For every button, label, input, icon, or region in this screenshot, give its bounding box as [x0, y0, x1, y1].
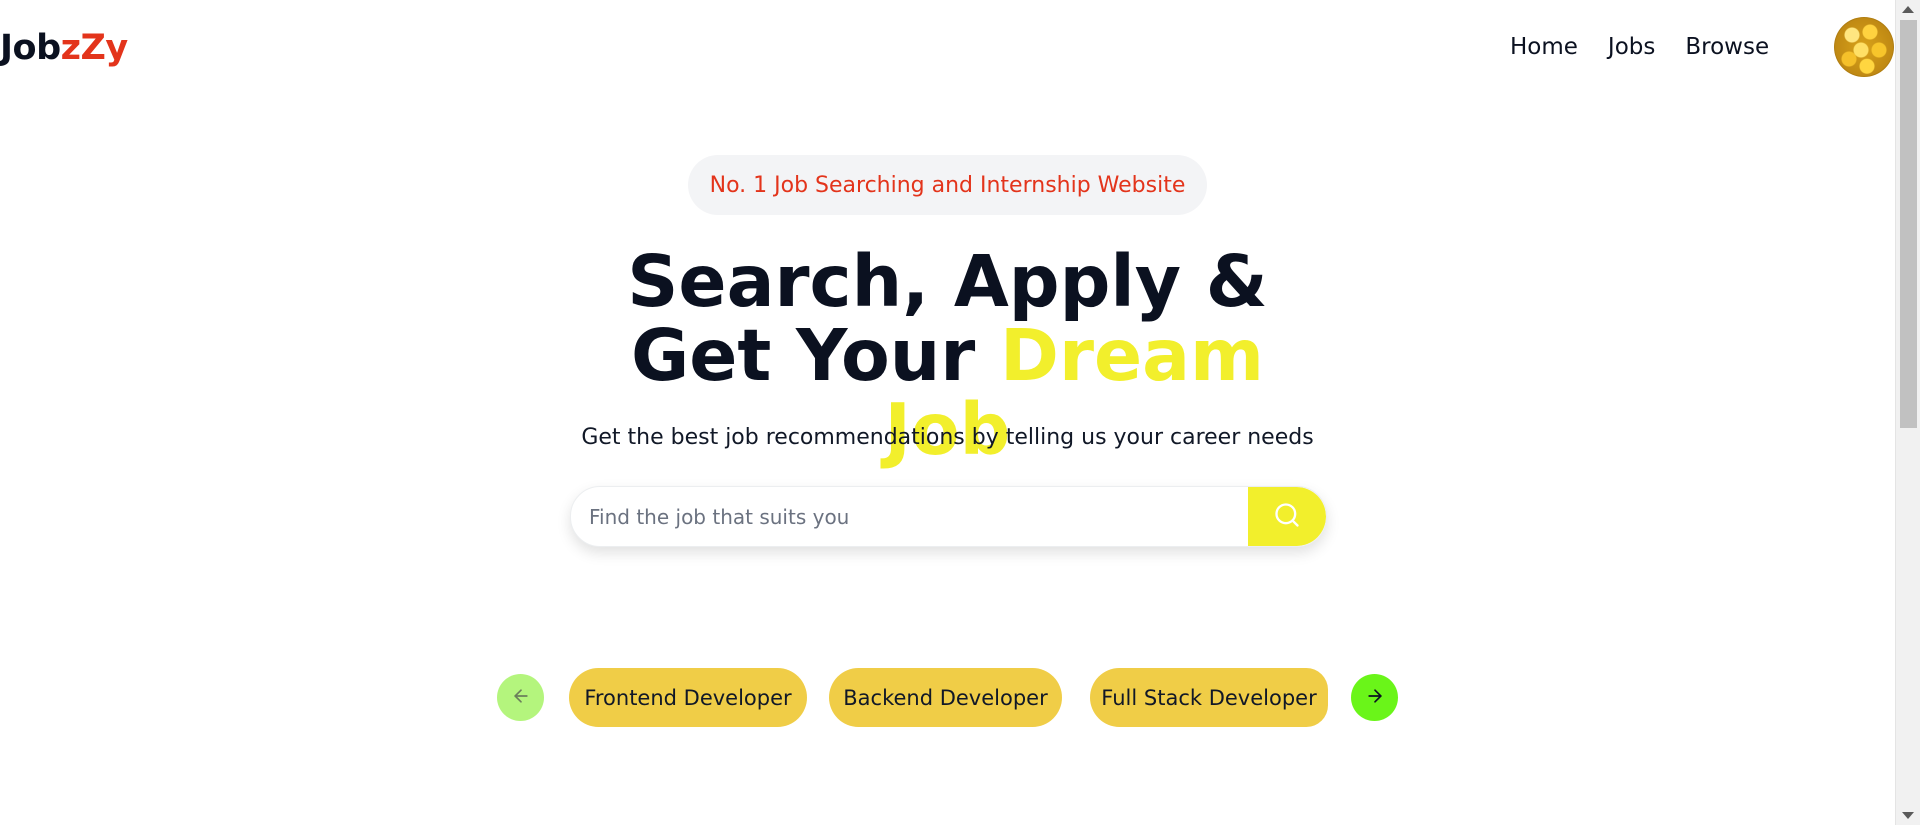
- vertical-scrollbar[interactable]: [1895, 0, 1920, 825]
- arrow-right-icon: [1365, 686, 1385, 709]
- search-button[interactable]: [1248, 487, 1326, 546]
- nav-links: Home Jobs Browse: [1510, 34, 1769, 60]
- scrollbar-thumb[interactable]: [1900, 20, 1917, 428]
- nav-link-jobs[interactable]: Jobs: [1608, 34, 1655, 60]
- logo[interactable]: JobzZy: [0, 28, 128, 68]
- tagline-badge: No. 1 Job Searching and Internship Websi…: [688, 155, 1207, 215]
- headline-line-2-prefix: Get Your: [630, 314, 1001, 397]
- search-input[interactable]: [571, 487, 1248, 546]
- arrow-left-icon: [511, 686, 531, 709]
- nav-link-home[interactable]: Home: [1510, 34, 1578, 60]
- category-chip-label: Frontend Developer: [584, 685, 792, 710]
- logo-text-accent: zZy: [60, 28, 129, 68]
- category-chip[interactable]: Full Stack Developer: [1090, 668, 1328, 727]
- scroll-up-arrow-icon[interactable]: [1902, 6, 1914, 13]
- category-chip[interactable]: Frontend Developer: [569, 668, 807, 727]
- category-chip[interactable]: Backend Developer: [829, 668, 1062, 727]
- scroll-down-arrow-icon[interactable]: [1902, 812, 1914, 819]
- navbar: JobzZy Home Jobs Browse: [0, 0, 1895, 100]
- tagline-text: No. 1 Job Searching and Internship Websi…: [709, 172, 1186, 198]
- category-chip-label: Backend Developer: [843, 685, 1048, 710]
- page: JobzZy Home Jobs Browse No. 1 Job Search…: [0, 0, 1920, 825]
- hero-subtitle: Get the best job recommendations by tell…: [581, 425, 1314, 450]
- headline-line-1: Search, Apply &: [627, 240, 1268, 323]
- logo-text-primary: Job: [0, 28, 61, 68]
- avatar[interactable]: [1834, 17, 1894, 77]
- nav-link-browse[interactable]: Browse: [1685, 34, 1769, 60]
- carousel-prev-button[interactable]: [497, 674, 544, 721]
- category-chip-label: Full Stack Developer: [1101, 685, 1317, 710]
- search-icon: [1273, 501, 1301, 532]
- carousel-next-button[interactable]: [1351, 674, 1398, 721]
- search-bar: [570, 486, 1327, 547]
